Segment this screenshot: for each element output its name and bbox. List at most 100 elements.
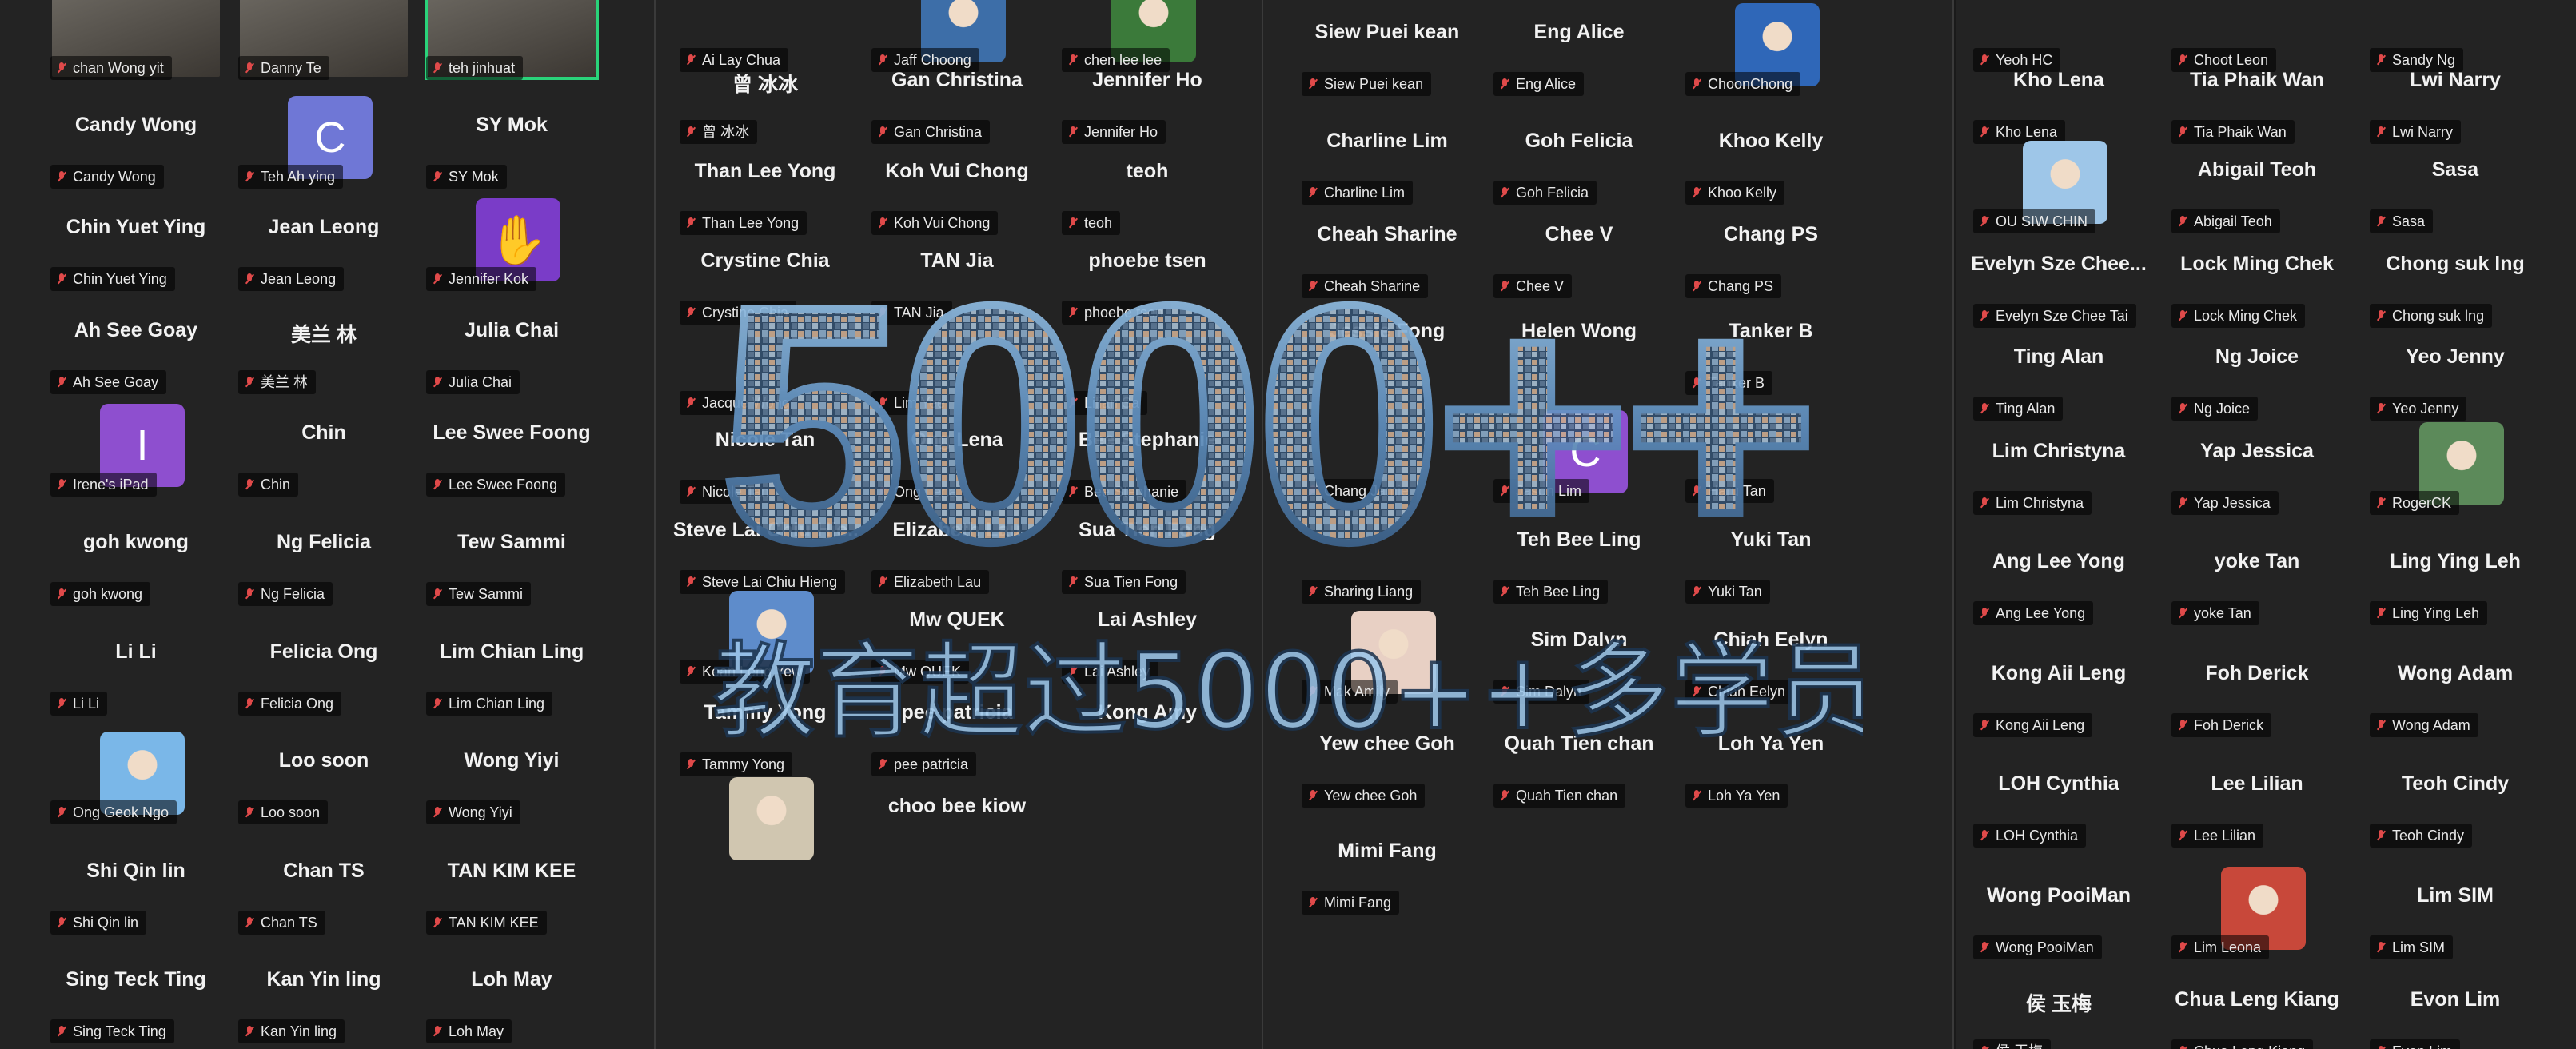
participant-tile[interactable]: ChoonChong xyxy=(1679,0,1863,96)
participant-tile[interactable]: Yap Jessica Yap Jessica xyxy=(2165,419,2349,515)
participant-tile[interactable]: Wong Yiyi Wong Yiyi xyxy=(420,728,604,824)
participant-tile[interactable]: Crystine Chia Crystine Chia xyxy=(673,229,857,325)
participant-tile[interactable]: pee patricia pee patricia xyxy=(865,680,1049,776)
participant-tile[interactable]: Sua Tien Fong Sua Tien Fong xyxy=(1055,498,1239,594)
participant-tile[interactable]: Mak Amily xyxy=(1295,608,1479,704)
participant-tile[interactable]: Elizabeth Lau Elizabeth Lau xyxy=(865,498,1049,594)
participant-tile[interactable]: LOH Cynthia LOH Cynthia xyxy=(1967,752,2151,848)
participant-tile[interactable]: Chin Chin xyxy=(232,401,416,497)
participant-tile[interactable]: Evon Lim Evon Lim xyxy=(2363,967,2547,1049)
participant-tile[interactable]: Felicia Ong Felicia Ong xyxy=(232,620,416,716)
participant-tile[interactable]: Lim Leona xyxy=(2165,864,2349,959)
participant-tile[interactable]: Chin Yuet Ying Chin Yuet Ying xyxy=(44,195,228,291)
participant-tile[interactable]: Kong Amy xyxy=(1055,680,1239,776)
participant-tile[interactable]: Chua Leng Kiang Chua Leng Kiang xyxy=(2165,967,2349,1049)
participant-tile[interactable]: Lock Ming Chek Lock Ming Chek xyxy=(2165,232,2349,328)
participant-tile[interactable]: Chang PS Chang PS xyxy=(1679,202,1863,298)
participant-tile[interactable]: phoebe tsen phoebe tsen xyxy=(1055,229,1239,325)
participant-tile[interactable]: Kean Leng Yew xyxy=(673,588,857,684)
participant-tile[interactable]: Sharing Liang xyxy=(1295,508,1479,604)
participant-tile[interactable]: Tia Phaik Wan Tia Phaik Wan xyxy=(2165,48,2349,144)
participant-tile[interactable]: Danny Te xyxy=(232,0,416,80)
participant-tile[interactable]: Loh May Loh May xyxy=(420,947,604,1043)
participant-tile[interactable]: Loo soon Loo soon xyxy=(232,728,416,824)
participant-tile[interactable]: chan Wong yit xyxy=(44,0,228,80)
participant-tile[interactable]: Jacque Wong xyxy=(673,319,857,415)
participant-tile[interactable]: TAN Jia TAN Jia xyxy=(865,229,1049,325)
participant-tile[interactable]: Nicole Tan Nicole Tan xyxy=(673,408,857,504)
participant-tile[interactable]: Charline Lim Charline Lim xyxy=(1295,109,1479,205)
participant-tile[interactable]: Quah Tien chan Quah Tien chan xyxy=(1487,712,1671,808)
participant-tile[interactable]: Wong PooiMan Wong PooiMan xyxy=(1967,864,2151,959)
participant-tile[interactable]: Jessie Fong xyxy=(1295,299,1479,395)
participant-tile[interactable]: Shi Qin lin Shi Qin lin xyxy=(44,839,228,935)
participant-tile[interactable]: choo bee kiow xyxy=(865,774,1049,870)
participant-tile[interactable]: Foh Derick Foh Derick xyxy=(2165,641,2349,737)
participant-tile[interactable]: Mw QUEK Mw QUEK xyxy=(865,588,1049,684)
participant-tile[interactable]: Lim Christyna Lim Christyna xyxy=(1967,419,2151,515)
participant-tile[interactable]: Cheah Sharine Cheah Sharine xyxy=(1295,202,1479,298)
participant-tile[interactable]: Yeo Jenny Yeo Jenny xyxy=(2363,325,2547,421)
participant-tile[interactable]: Lee Lilian Lee Lilian xyxy=(2165,752,2349,848)
participant-tile[interactable]: Kho Lena Kho Lena xyxy=(1967,48,2151,144)
participant-tile[interactable]: 侯 玉梅侯 玉梅 xyxy=(1967,967,2151,1049)
participant-tile[interactable]: Wong Adam Wong Adam xyxy=(2363,641,2547,737)
participant-tile[interactable]: Teh Bee Ling Teh Bee Ling xyxy=(1487,508,1671,604)
participant-tile[interactable]: RogerCK xyxy=(2363,419,2547,515)
participant-tile[interactable]: 曾 冰冰曾 冰冰 xyxy=(673,48,857,144)
participant-tile[interactable]: Ling Ying Leh Ling Ying Leh xyxy=(2363,529,2547,625)
participant-tile[interactable]: Loh Ya Yen Loh Ya Yen xyxy=(1679,712,1863,808)
participant-tile[interactable]: Chong suk lng Chong suk lng xyxy=(2363,232,2547,328)
participant-tile[interactable]: goh kwong goh kwong xyxy=(44,510,228,606)
participant-tile[interactable]: Tammy Yong Tammy Yong xyxy=(673,680,857,776)
participant-tile[interactable]: Lilian Sa xyxy=(1055,319,1239,415)
participant-tile[interactable]: SY Mok SY Mok xyxy=(420,93,604,189)
participant-tile[interactable]: Ng Joice Ng Joice xyxy=(2165,325,2349,421)
participant-tile[interactable]: Siew Puei kean Siew Puei kean xyxy=(1295,0,1479,96)
participant-tile[interactable]: Sing Teck Ting Sing Teck Ting xyxy=(44,947,228,1043)
participant-tile[interactable]: Ng Felicia Ng Felicia xyxy=(232,510,416,606)
participant-tile[interactable]: Eng Alice Eng Alice xyxy=(1487,0,1671,96)
participant-tile[interactable]: C Teh Ah ying xyxy=(232,93,416,189)
participant-tile[interactable]: yoke Tan yoke Tan xyxy=(2165,529,2349,625)
participant-tile[interactable]: Lim Chian Ling Lim Chian Ling xyxy=(420,620,604,716)
participant-tile[interactable]: Yew chee Goh Yew chee Goh xyxy=(1295,712,1479,808)
participant-tile[interactable]: ✋ Jennifer Kok xyxy=(420,195,604,291)
participant-tile[interactable]: Steve Lai Chiu Hie... Steve Lai Chiu Hien… xyxy=(673,498,857,594)
participant-tile[interactable]: Khoo Kelly Khoo Kelly xyxy=(1679,109,1863,205)
participant-tile[interactable]: Lim SIM Lim SIM xyxy=(2363,864,2547,959)
participant-tile[interactable]: Jean Leong Jean Leong xyxy=(232,195,416,291)
participant-tile[interactable]: Chiah Eelyn Chiah Eelyn xyxy=(1679,608,1863,704)
participant-tile[interactable]: I Irene's iPad xyxy=(44,401,228,497)
participant-tile[interactable]: TAN KIM KEE TAN KIM KEE xyxy=(420,839,604,935)
participant-tile[interactable]: Ting Alan Ting Alan xyxy=(1967,325,2151,421)
participant-tile[interactable]: Ong Geok Ngo xyxy=(44,728,228,824)
participant-tile[interactable]: Goh Felicia Goh Felicia xyxy=(1487,109,1671,205)
participant-tile[interactable]: Ah See Goay Ah See Goay xyxy=(44,298,228,394)
participant-tile[interactable]: Kan Yin ling Kan Yin ling xyxy=(232,947,416,1043)
participant-tile[interactable]: Helen Wong xyxy=(1487,299,1671,395)
participant-tile[interactable]: Li Li Li Li xyxy=(44,620,228,716)
participant-tile[interactable]: Gan Christina Gan Christina xyxy=(865,48,1049,144)
participant-tile[interactable]: Chang Jamie xyxy=(1295,407,1479,503)
participant-tile[interactable]: Chan TS Chan TS xyxy=(232,839,416,935)
participant-tile[interactable]: Abigail Teoh Abigail Teoh xyxy=(2165,138,2349,233)
participant-tile[interactable] xyxy=(673,774,857,870)
participant-tile[interactable]: Teoh Cindy Teoh Cindy xyxy=(2363,752,2547,848)
participant-tile[interactable]: Julia Chai Julia Chai xyxy=(420,298,604,394)
participant-tile[interactable]: Lwi Narry Lwi Narry xyxy=(2363,48,2547,144)
participant-tile[interactable]: Chee V Chee V xyxy=(1487,202,1671,298)
participant-tile[interactable]: Haru Tan xyxy=(1679,407,1863,503)
participant-tile[interactable]: Koh Vui Chong Koh Vui Chong xyxy=(865,139,1049,235)
participant-tile[interactable]: teh jinhuat xyxy=(420,0,604,80)
participant-tile[interactable]: Mimi Fang Mimi Fang xyxy=(1295,819,1479,915)
participant-tile[interactable]: teoh teoh xyxy=(1055,139,1239,235)
participant-tile[interactable]: Sasa Sasa xyxy=(2363,138,2547,233)
participant-tile[interactable]: 美兰 林美兰 林 xyxy=(232,298,416,394)
participant-tile[interactable]: Bee Stephanie Bee Stephanie xyxy=(1055,408,1239,504)
participant-tile[interactable]: Sim Dalyn Sim Dalyn xyxy=(1487,608,1671,704)
participant-tile[interactable]: OU SIW CHIN xyxy=(1967,138,2151,233)
participant-tile[interactable]: Yuki Tan Yuki Tan xyxy=(1679,508,1863,604)
participant-tile[interactable]: Lee Swee Foong Lee Swee Foong xyxy=(420,401,604,497)
participant-tile[interactable]: Ang Lee Yong Ang Lee Yong xyxy=(1967,529,2151,625)
